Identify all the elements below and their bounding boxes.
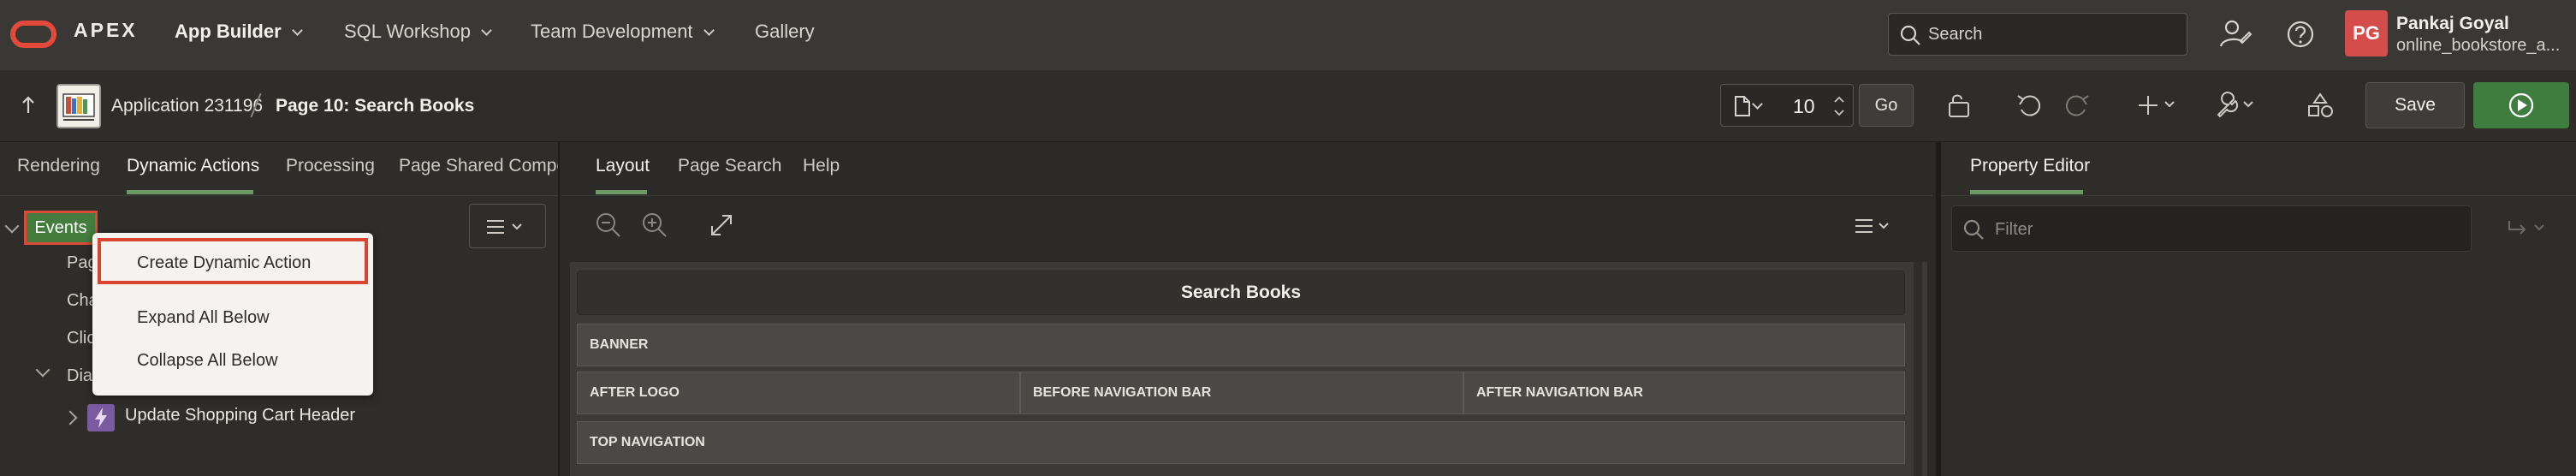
application-icon[interactable] (56, 84, 101, 128)
chevron-down-icon (703, 25, 715, 36)
top-navigation-bar: APEX App Builder SQL Workshop Team Devel… (0, 0, 2576, 70)
page-number-input[interactable]: 10 (1793, 95, 1815, 118)
tab-page-shared-components[interactable]: Page Shared Compon (399, 156, 558, 176)
run-button[interactable] (2473, 82, 2569, 128)
zoom-in-icon[interactable] (640, 211, 669, 240)
chevron-down-icon[interactable] (4, 218, 20, 234)
region-banner[interactable]: BANNER (577, 324, 1905, 366)
lightning-icon (87, 404, 115, 431)
tab-layout[interactable]: Layout (596, 156, 650, 176)
undo-icon[interactable] (2015, 91, 2044, 120)
user-name[interactable]: Pankaj Goyal (2396, 14, 2509, 34)
nav-gallery[interactable]: Gallery (755, 21, 815, 43)
menu-item-collapse-all-below[interactable]: Collapse All Below (137, 351, 278, 371)
tabs-divider (0, 195, 558, 196)
breadcrumb-application[interactable]: Application 231196 (111, 96, 263, 116)
oracle-logo-icon[interactable] (10, 21, 56, 48)
plus-icon (2139, 96, 2175, 115)
hamburger-menu-icon[interactable] (1855, 217, 1898, 236)
tree-menu-button[interactable] (469, 204, 546, 248)
tabs-divider (1941, 195, 2576, 196)
utilities-menu-button[interactable] (2213, 91, 2264, 120)
stepper-icon[interactable] (1831, 90, 1848, 122)
create-menu-button[interactable] (2138, 91, 2189, 120)
arrow-up-icon[interactable] (15, 92, 41, 118)
region-after-logo[interactable]: AFTER LOGO (577, 372, 1020, 414)
nav-app-builder[interactable]: App Builder (175, 21, 303, 43)
tree-node-events[interactable]: Events (24, 211, 98, 245)
property-editor-pane: Property Editor Filter (1936, 142, 2576, 476)
page-designer-toolbar: Application 231196 Page 10: Search Books… (0, 70, 2576, 142)
active-tab-indicator (596, 190, 647, 194)
page-number-selector[interactable]: 10 (1720, 84, 1854, 127)
tab-help[interactable]: Help (803, 156, 840, 176)
tab-processing[interactable]: Processing (286, 156, 375, 176)
context-menu: Create Dynamic Action Expand All Below C… (92, 233, 373, 396)
avatar[interactable]: PG (2345, 10, 2388, 57)
chevron-down-icon[interactable] (35, 362, 50, 378)
nav-team-development-label: Team Development (531, 21, 693, 42)
user-settings-icon[interactable] (2217, 15, 2254, 53)
left-pane: Rendering Dynamic Actions Processing Pag… (0, 142, 560, 476)
nav-sql-workshop-label: SQL Workshop (344, 21, 471, 42)
brand-name[interactable]: APEX (74, 19, 138, 42)
chevron-down-icon (481, 25, 492, 36)
expand-icon[interactable] (707, 211, 736, 240)
chevron-down-icon[interactable] (1752, 98, 1763, 110)
menu-item-create-dynamic-action[interactable]: Create Dynamic Action (137, 253, 311, 273)
tabs-divider (561, 195, 1932, 196)
nav-gallery-label: Gallery (755, 21, 815, 42)
nav-sql-workshop[interactable]: SQL Workshop (344, 21, 492, 43)
go-button[interactable]: Go (1859, 84, 1914, 127)
property-filter-input[interactable]: Filter (1951, 205, 2472, 252)
go-to-group-icon[interactable] (2506, 217, 2552, 240)
layout-grid: Search Books BANNER AFTER LOGO BEFORE NA… (570, 262, 1927, 476)
tab-page-search[interactable]: Page Search (678, 156, 781, 176)
search-icon (1900, 25, 1920, 45)
region-before-navigation-bar[interactable]: BEFORE NAVIGATION BAR (1020, 372, 1463, 414)
region-top-navigation[interactable]: TOP NAVIGATION (577, 421, 1905, 464)
wrench-icon (2217, 92, 2253, 118)
help-icon[interactable] (2282, 15, 2319, 53)
play-icon (2508, 92, 2534, 118)
filter-placeholder: Filter (1995, 220, 2033, 239)
menu-item-expand-all-below[interactable]: Expand All Below (137, 308, 270, 328)
region-after-navigation-bar[interactable]: AFTER NAVIGATION BAR (1463, 372, 1905, 414)
save-button[interactable]: Save (2365, 82, 2465, 128)
hamburger-menu-icon (487, 220, 522, 234)
breadcrumb-page: Page 10: Search Books (276, 96, 475, 116)
search-placeholder: Search (1928, 25, 1983, 44)
zoom-out-icon[interactable] (594, 211, 623, 240)
tree-node-click[interactable]: Clic (67, 329, 95, 348)
search-icon (1963, 219, 1984, 240)
active-tab-indicator (1970, 190, 2083, 194)
active-tab-indicator (127, 190, 253, 194)
nav-app-builder-label: App Builder (175, 21, 282, 42)
chevron-down-icon (291, 25, 303, 36)
tab-dynamic-actions[interactable]: Dynamic Actions (127, 156, 259, 176)
global-search-input[interactable]: Search (1888, 13, 2187, 56)
page-title-region[interactable]: Search Books (577, 271, 1905, 315)
user-workspace: online_bookstore_a... (2396, 36, 2561, 55)
tab-rendering[interactable]: Rendering (17, 156, 100, 176)
lock-page-icon[interactable] (1944, 91, 1974, 120)
vertical-scrollbar[interactable] (1914, 262, 1922, 476)
tree-node-update-shopping-cart-header[interactable]: Update Shopping Cart Header (125, 406, 355, 425)
layout-pane: Layout Page Search Help Search Books BAN… (561, 142, 1932, 476)
shared-components-icon[interactable] (2306, 91, 2335, 120)
tree-node-dialog[interactable]: Dia (67, 366, 92, 386)
nav-team-development[interactable]: Team Development (531, 21, 715, 43)
tab-property-editor[interactable]: Property Editor (1970, 156, 2090, 176)
redo-icon[interactable] (2063, 91, 2092, 120)
bookshelf-icon (62, 93, 95, 121)
chevron-right-icon[interactable] (62, 410, 78, 425)
page-icon (1735, 96, 1750, 116)
